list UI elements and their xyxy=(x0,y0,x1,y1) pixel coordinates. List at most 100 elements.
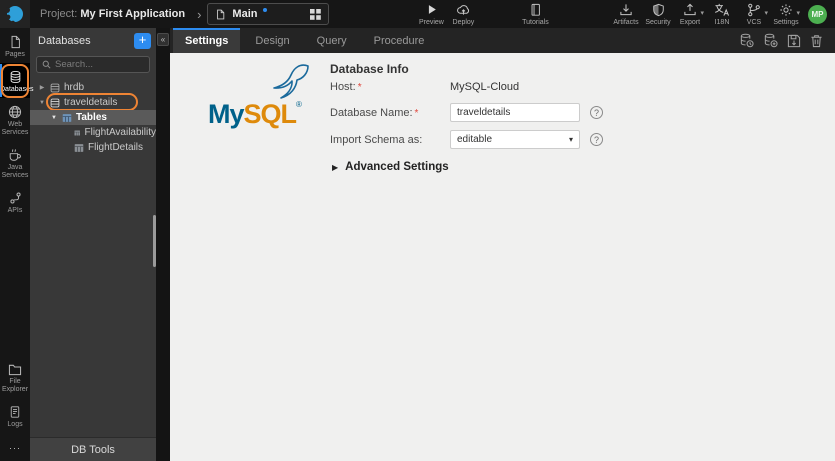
sidebar-item-logs[interactable]: Logs xyxy=(0,398,30,433)
security-button[interactable]: Security xyxy=(642,3,674,26)
pages-label: Pages xyxy=(5,51,25,58)
expanded-caret-icon[interactable]: ▼ xyxy=(50,115,58,121)
i18n-button[interactable]: I18N xyxy=(706,3,738,26)
databases-icon xyxy=(10,71,20,84)
web-services-label: Web Services xyxy=(1,121,29,137)
tree-node-hrdb[interactable]: ▶ hrdb xyxy=(30,80,156,95)
host-row: Host: * MySQL-Cloud xyxy=(330,81,519,93)
tab-procedure[interactable]: Procedure xyxy=(362,28,437,53)
db-toolbar xyxy=(739,28,835,53)
user-avatar[interactable]: MP xyxy=(808,4,827,24)
tree-node-flightdetails[interactable]: FlightDetails xyxy=(30,140,156,155)
tab-design[interactable]: Design xyxy=(243,28,301,53)
tree-node-label: FlightAvailability xyxy=(84,127,156,138)
tree-node-flightavailability[interactable]: FlightAvailability xyxy=(30,125,156,140)
database-node-icon xyxy=(50,98,60,107)
tree-node-tables[interactable]: ▼ Tables xyxy=(30,110,156,125)
select-caret-icon: ▾ xyxy=(568,135,573,144)
databases-panel-header: Databases + xyxy=(30,28,156,53)
import-schema-help-icon[interactable]: ? xyxy=(590,133,603,146)
project-label: Project: xyxy=(40,8,78,20)
advanced-settings-caret-icon: ▶ xyxy=(332,162,339,172)
settings-content: MySQL® Database Info Host: * MySQL-Cloud … xyxy=(170,53,835,461)
settings-caret-icon: ▾ xyxy=(796,9,800,17)
sidebar-item-apis[interactable]: APIs xyxy=(0,184,30,219)
update-database-icon[interactable] xyxy=(763,33,778,48)
panel-scrollbar-thumb[interactable] xyxy=(153,215,156,267)
breadcrumb-chevron-icon: › xyxy=(197,6,202,22)
host-label: Host: * xyxy=(330,81,362,93)
advanced-settings-toggle[interactable]: ▶ Advanced Settings xyxy=(332,161,449,173)
tree-node-label: FlightDetails xyxy=(88,142,144,153)
database-node-icon xyxy=(50,83,60,92)
tree-node-label: Tables xyxy=(76,112,107,123)
tree-node-traveldetails[interactable]: ▼ traveldetails xyxy=(30,93,156,111)
database-name-help-icon[interactable]: ? xyxy=(590,106,603,119)
mysql-sql-text: SQL xyxy=(243,99,298,129)
save-icon[interactable] xyxy=(787,34,801,48)
table-icon xyxy=(74,143,84,152)
import-schema-select[interactable]: editable ▾ xyxy=(450,130,580,149)
sidebar-item-databases[interactable]: Databases xyxy=(0,63,33,99)
layout-grid-icon[interactable] xyxy=(310,8,322,20)
project-name: My First Application xyxy=(80,8,186,20)
artifacts-label: Artifacts xyxy=(613,18,639,26)
tutorials-label: Tutorials xyxy=(522,18,549,26)
workspace-tabbar: Settings Design Query Procedure xyxy=(170,28,835,53)
vcs-button[interactable]: ▾ VCS xyxy=(738,3,770,26)
export-upload-icon xyxy=(684,3,696,15)
databases-panel: Databases + ▶ hrdb ▼ traveldetails ▼ xyxy=(30,28,156,461)
database-search-box xyxy=(36,56,150,73)
app-logo[interactable] xyxy=(0,0,30,28)
database-name-row: Database Name:* ? xyxy=(330,103,603,122)
sidebar-item-pages[interactable]: Pages xyxy=(0,28,30,63)
tree-node-label: traveldetails xyxy=(64,97,118,108)
add-database-button[interactable]: + xyxy=(134,32,151,49)
databases-panel-title: Databases xyxy=(38,34,91,47)
database-name-input[interactable] xyxy=(450,103,580,122)
tutorials-book-icon xyxy=(531,3,540,16)
delete-icon[interactable] xyxy=(810,34,823,48)
page-tab-main[interactable]: Main xyxy=(207,3,330,25)
topbar-right-actions: Artifacts Security ▾ Export I18N ▾ VCS ▾… xyxy=(610,3,835,26)
tab-query[interactable]: Query xyxy=(305,28,359,53)
sidebar-more-icon[interactable]: ··· xyxy=(9,433,21,461)
collapse-panel-button[interactable]: « xyxy=(157,33,169,46)
artifacts-download-icon xyxy=(620,3,632,15)
deploy-button[interactable]: Deploy xyxy=(447,3,479,26)
registered-mark: ® xyxy=(296,100,302,109)
preview-button[interactable]: Preview xyxy=(415,3,447,26)
settings-gear-icon xyxy=(780,3,792,16)
security-label: Security xyxy=(645,18,671,26)
expanded-caret-icon[interactable]: ▼ xyxy=(38,100,46,106)
settings-button[interactable]: ▾ Settings xyxy=(770,3,802,26)
file-explorer-label: File Explorer xyxy=(1,377,29,393)
export-label: Export xyxy=(679,18,701,26)
required-asterisk: * xyxy=(357,82,362,93)
tutorials-button[interactable]: Tutorials xyxy=(519,3,551,26)
section-title: Database Info xyxy=(330,62,409,76)
db-tools-button[interactable]: DB Tools xyxy=(30,437,156,461)
vcs-caret-icon: ▾ xyxy=(764,9,768,17)
search-input[interactable] xyxy=(55,59,144,70)
page-tab-label: Main xyxy=(232,8,258,20)
apis-connector-icon xyxy=(9,192,21,204)
sidebar-item-java-services[interactable]: Java Services xyxy=(0,141,30,184)
import-schema-label: Import Schema as: xyxy=(330,133,423,146)
database-tree: ▶ hrdb ▼ traveldetails ▼ Tables FlightAv… xyxy=(30,80,156,155)
i18n-label: I18N xyxy=(714,18,730,26)
collapsed-caret-icon[interactable]: ▶ xyxy=(38,84,46,91)
sidebar-item-web-services[interactable]: Web Services xyxy=(0,98,30,141)
i18n-translate-icon xyxy=(715,3,730,16)
advanced-settings-label: Advanced Settings xyxy=(345,161,449,173)
tab-settings[interactable]: Settings xyxy=(173,28,241,53)
reimport-database-icon[interactable] xyxy=(739,33,754,48)
mysql-my-text: My xyxy=(208,99,245,129)
page-icon xyxy=(217,9,225,19)
left-sidebar: Pages Databases Web Services Java Servic… xyxy=(0,28,33,461)
export-button[interactable]: ▾ Export xyxy=(674,3,706,26)
sidebar-item-file-explorer[interactable]: File Explorer xyxy=(0,356,30,398)
database-name-label: Database Name: * xyxy=(330,106,419,119)
security-shield-icon xyxy=(652,3,664,16)
artifacts-button[interactable]: Artifacts xyxy=(610,3,642,26)
